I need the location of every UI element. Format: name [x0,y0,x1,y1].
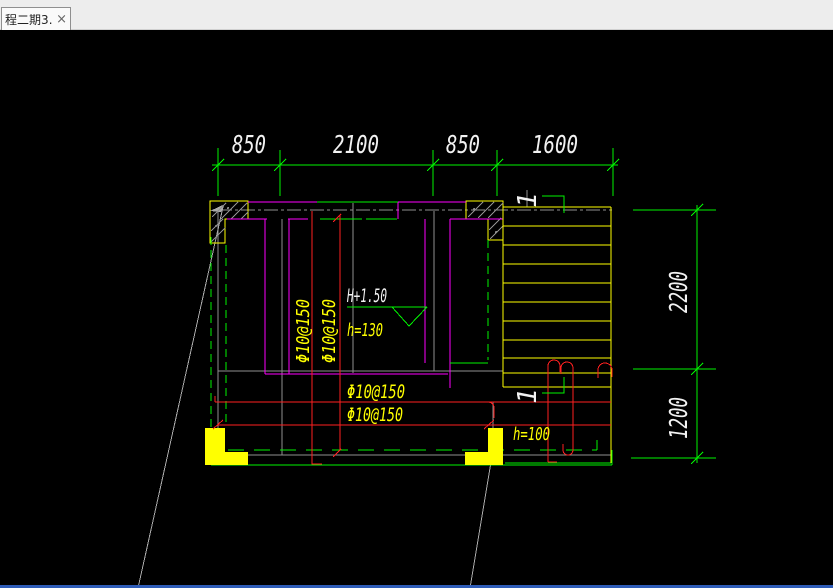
rebar-slab-label-a: Φ10@150 [347,381,405,403]
cad-viewport[interactable]: 850 2100 850 1600 2200 1200 1 1 H+1.50 Φ… [0,30,833,588]
rebar-wall-label-b: Φ10@150 [319,299,340,363]
section-number-bottom: 1 [513,388,543,404]
dim-right-1200: 1200 [664,397,693,439]
corner-fill-bottomright [465,428,503,465]
dimension-top: 850 2100 850 1600 [211,130,620,196]
depth-pit-label: h=100 [513,424,550,445]
rebar-wall-label-a: Φ10@150 [293,299,314,363]
drawing-tab[interactable]: 程二期3… × [1,7,71,30]
structure-green-lines [210,201,613,466]
rebar-slab-label-b: Φ10@150 [347,404,403,426]
construction-lines [217,190,612,456]
corner-column-hatch-topright [465,200,504,241]
dim-top-850b: 850 [446,130,480,159]
dim-right-2200: 2200 [664,271,693,313]
depth-main-label: h=130 [347,320,383,341]
corner-column-hatch-topleft [209,200,249,244]
section-mark-bottom: 1 [513,377,565,404]
drawing-tab-title: 程二期3… [5,12,53,27]
dimension-right: 2200 1200 [631,203,716,465]
leader-lines [137,204,494,588]
tab-close-icon[interactable]: × [56,13,67,26]
elevation-label: H+1.50 [346,285,387,307]
section-number-top: 1 [513,192,543,208]
rebar-and-section-lines [212,211,613,465]
drawing-tab-bar: 程二期3… × [0,0,833,30]
dim-top-2100: 2100 [333,130,379,159]
dim-top-1600: 1600 [532,130,578,159]
cad-application-window: 程二期3… × 850 2100 850 1600 [0,0,833,588]
corner-fill-bottomleft [205,428,248,465]
dim-top-850a: 850 [232,130,266,159]
